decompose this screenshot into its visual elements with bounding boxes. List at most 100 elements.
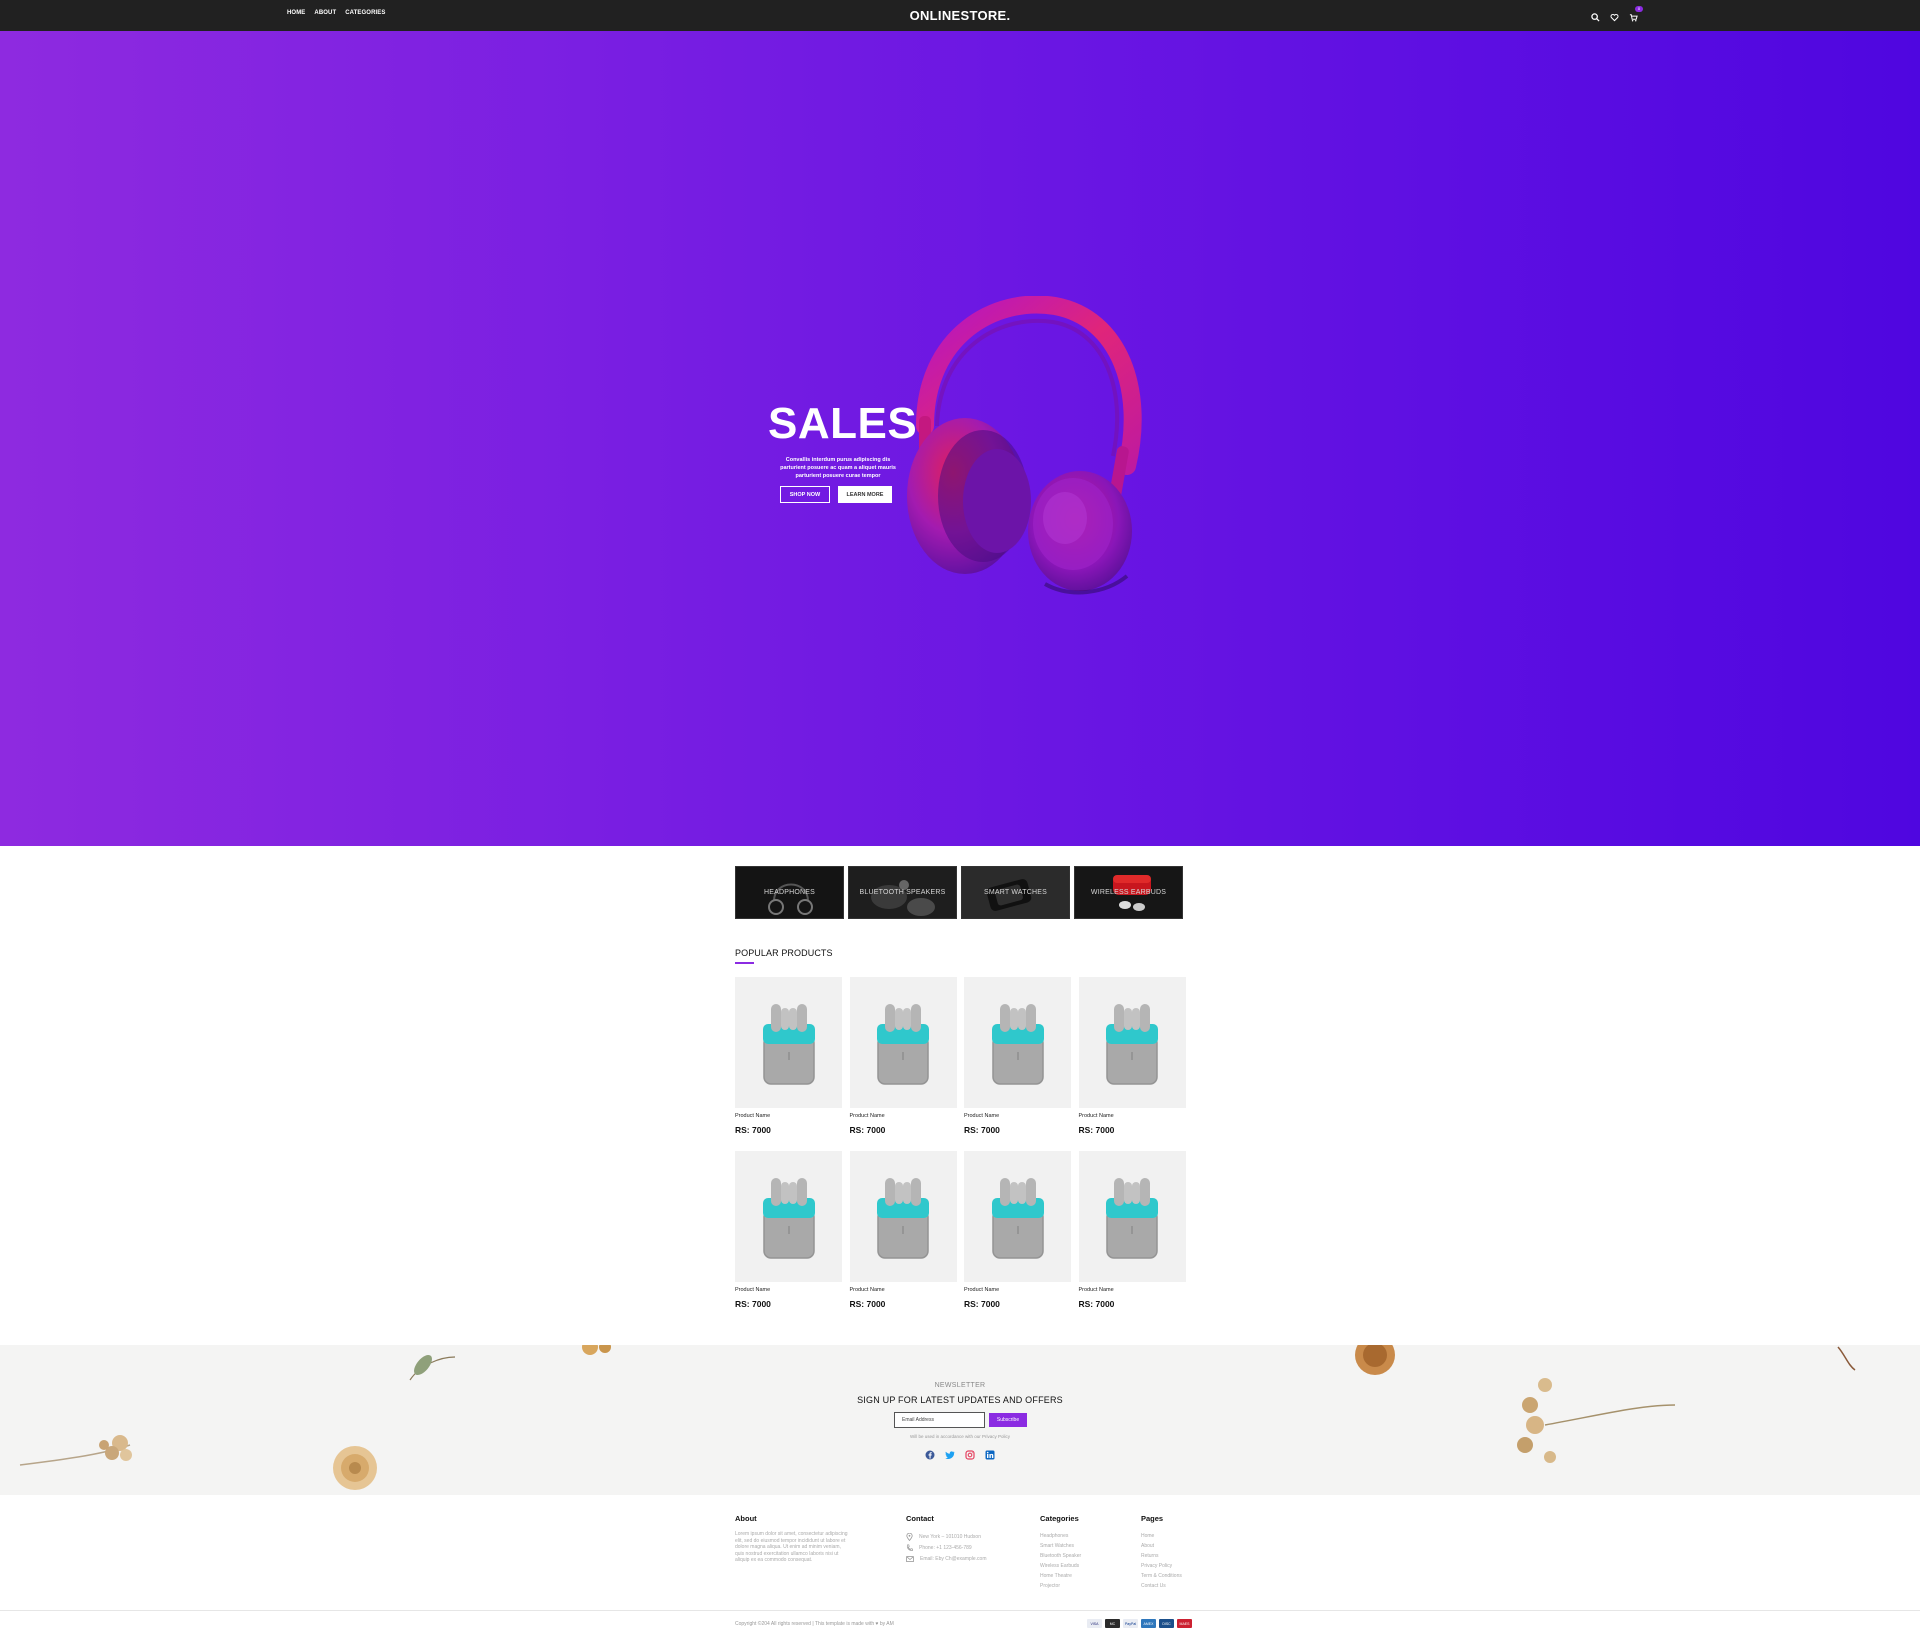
search-icon[interactable] xyxy=(1591,9,1601,22)
discover-icon: DISC xyxy=(1159,1619,1174,1628)
footer-page-link[interactable]: Home xyxy=(1141,1531,1201,1541)
cart-icon[interactable]: 0 xyxy=(1629,6,1643,22)
product-price: RS: 7000 xyxy=(964,1125,1000,1135)
footer-page-link[interactable]: About xyxy=(1141,1541,1201,1551)
footer-category-link[interactable]: Smart Watches xyxy=(1040,1541,1100,1551)
contact-phone: Phone: +1 123-456-789 xyxy=(906,1542,1016,1553)
footer-divider xyxy=(0,1610,1920,1611)
product-card[interactable]: Product Name RS: 7000 xyxy=(964,1151,1071,1309)
paypal-icon: PayPal xyxy=(1123,1619,1138,1628)
category-bluetooth-speakers[interactable]: BLUETOOTH SPEAKERS xyxy=(848,866,957,919)
visa-icon: VISA xyxy=(1087,1619,1102,1628)
footer-category-link[interactable]: Projector xyxy=(1040,1581,1100,1591)
footer-categories-title: Categories xyxy=(1040,1514,1079,1523)
earbuds-case-image xyxy=(735,1151,842,1282)
category-wireless-earbuds[interactable]: WIRELESS EARBUDS xyxy=(1074,866,1183,919)
contact-address: New York – 101010 Hudson xyxy=(906,1531,1016,1542)
product-card[interactable]: Product Name RS: 7000 xyxy=(849,1151,957,1309)
newsletter-label: NEWSLETTER xyxy=(934,1382,986,1389)
earbuds-case-image xyxy=(1078,1151,1186,1282)
contact-email: Email: Eby Ch@example.com xyxy=(906,1553,1016,1564)
product-name: Product Name xyxy=(964,1113,1000,1119)
product-card[interactable]: Product Name RS: 7000 xyxy=(735,977,842,1135)
product-name: Product Name xyxy=(1078,1113,1114,1119)
footer-pages: Pages Home About Returns Privacy Policy … xyxy=(1141,1514,1201,1591)
newsletter-section: NEWSLETTER SIGN UP FOR LATEST UPDATES AN… xyxy=(0,1345,1920,1495)
instagram-icon[interactable] xyxy=(965,1447,975,1460)
location-pin-icon xyxy=(906,1532,913,1541)
footer-about-text: Lorem ipsum dolor sit amet, consectetur … xyxy=(735,1531,848,1563)
cart-count-badge: 0 xyxy=(1635,6,1643,12)
learn-more-button[interactable]: LEARN MORE xyxy=(838,486,892,503)
newsletter-form: Subscribe xyxy=(894,1412,1027,1428)
product-card[interactable]: Product Name RS: 7000 xyxy=(735,1151,842,1309)
footer-about: About Lorem ipsum dolor sit amet, consec… xyxy=(735,1514,850,1564)
category-label: BLUETOOTH SPEAKERS xyxy=(859,889,946,896)
contact-phone-text: Phone: +1 123-456-789 xyxy=(919,1544,972,1551)
hero-title: SALES xyxy=(768,399,918,448)
earbuds-case-image xyxy=(735,977,842,1108)
footer-contact-title: Contact xyxy=(906,1514,934,1523)
product-card[interactable]: Product Name RS: 7000 xyxy=(964,977,1071,1135)
payment-methods: VISA MC PayPal AMEX DISC MAES xyxy=(1087,1619,1192,1628)
popular-products-title: POPULAR PRODUCTS xyxy=(735,948,833,958)
product-name: Product Name xyxy=(849,1287,885,1293)
site-header: HOME ABOUT CATEGORIES ONLINESTORE. 0 xyxy=(0,0,1920,31)
product-card[interactable]: Product Name RS: 7000 xyxy=(1078,1151,1186,1309)
product-price: RS: 7000 xyxy=(735,1125,771,1135)
footer-pages-title: Pages xyxy=(1141,1514,1164,1523)
title-underline xyxy=(735,962,754,964)
mail-icon xyxy=(906,1555,914,1562)
product-card[interactable]: Product Name RS: 7000 xyxy=(1078,977,1186,1135)
product-name: Product Name xyxy=(735,1287,771,1293)
product-name: Product Name xyxy=(849,1113,885,1119)
headphones-image xyxy=(907,296,1142,595)
subscribe-button[interactable]: Subscribe xyxy=(989,1413,1027,1427)
footer-categories: Categories Headphones Smart Watches Blue… xyxy=(1040,1514,1100,1591)
twitter-icon[interactable] xyxy=(945,1447,955,1459)
product-card[interactable]: Product Name RS: 7000 xyxy=(849,977,957,1135)
facebook-icon[interactable] xyxy=(925,1447,935,1460)
product-price: RS: 7000 xyxy=(1078,1299,1115,1309)
category-tiles: HEADPHONES BLUETOOTH SPEAKERS SMART WATC… xyxy=(735,866,1183,919)
email-input[interactable] xyxy=(894,1412,985,1428)
linkedin-icon[interactable] xyxy=(985,1447,995,1460)
earbuds-case-image xyxy=(849,977,957,1108)
hero-actions: SHOP NOW LEARN MORE xyxy=(780,486,892,503)
amex-icon: AMEX xyxy=(1141,1619,1156,1628)
footer-category-link[interactable]: Wireless Earbuds xyxy=(1040,1561,1100,1571)
privacy-note: Will be used in accordance with our Priv… xyxy=(909,1434,1011,1439)
hero-description: Convallis interdum purus adipiscing dis … xyxy=(780,457,896,479)
maestro-icon: MAES xyxy=(1177,1619,1192,1628)
shop-now-button[interactable]: SHOP NOW xyxy=(780,486,830,503)
product-price: RS: 7000 xyxy=(735,1299,771,1309)
header-actions: 0 xyxy=(1591,6,1643,22)
footer-category-link[interactable]: Home Theatre xyxy=(1040,1571,1100,1581)
footer-contact: Contact New York – 101010 Hudson Phone: … xyxy=(906,1514,1016,1564)
footer-page-link[interactable]: Privacy Policy xyxy=(1141,1561,1201,1571)
product-price: RS: 7000 xyxy=(849,1125,886,1135)
product-grid: Product Name RS: 7000 Product Name RS: 7… xyxy=(735,977,1186,1309)
footer-category-link[interactable]: Bluetooth Speaker xyxy=(1040,1551,1100,1561)
product-name: Product Name xyxy=(735,1113,771,1119)
hero-banner: SALES Convallis interdum purus adipiscin… xyxy=(0,31,1920,846)
phone-icon xyxy=(906,1543,913,1551)
copyright-text: Copyright ©204 All rights reserved | Thi… xyxy=(735,1621,894,1627)
category-smart-watches[interactable]: SMART WATCHES xyxy=(961,866,1070,919)
contact-address-text: New York – 101010 Hudson xyxy=(919,1533,981,1540)
product-price: RS: 7000 xyxy=(849,1299,886,1309)
footer-about-title: About xyxy=(735,1514,757,1523)
footer-page-link[interactable]: Contact Us xyxy=(1141,1581,1201,1591)
category-label: HEADPHONES xyxy=(763,889,815,896)
product-price: RS: 7000 xyxy=(964,1299,1000,1309)
earbuds-case-image xyxy=(1078,977,1186,1108)
heart-icon[interactable] xyxy=(1610,9,1620,22)
category-headphones[interactable]: HEADPHONES xyxy=(735,866,844,919)
earbuds-case-image xyxy=(964,1151,1071,1282)
product-price: RS: 7000 xyxy=(1078,1125,1115,1135)
footer-category-link[interactable]: Headphones xyxy=(1040,1531,1100,1541)
contact-email-text: Email: Eby Ch@example.com xyxy=(920,1555,987,1562)
footer-page-link[interactable]: Term & Conditions xyxy=(1141,1571,1201,1581)
footer-page-link[interactable]: Returns xyxy=(1141,1551,1201,1561)
social-links xyxy=(925,1447,995,1460)
